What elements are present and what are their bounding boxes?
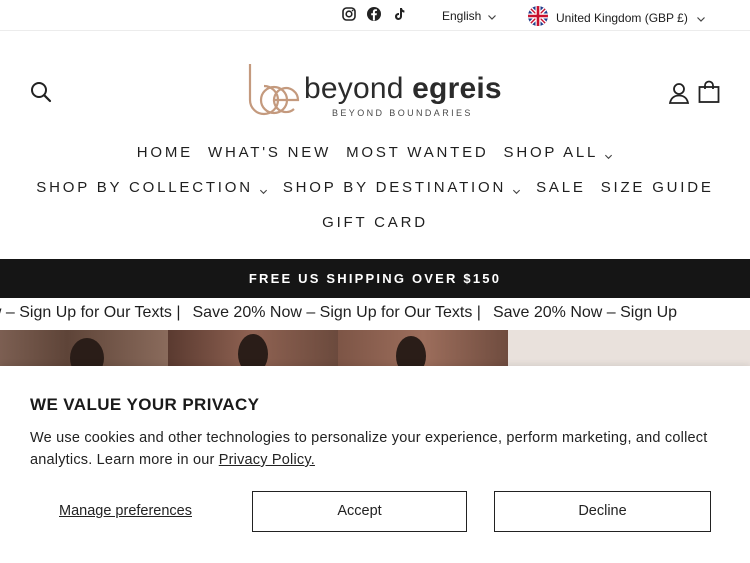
nav-home[interactable]: HOME (137, 144, 193, 161)
account-icon[interactable] (667, 81, 691, 105)
manage-preferences-link[interactable]: Manage preferences (59, 503, 192, 519)
language-selector[interactable]: English (442, 9, 497, 23)
nav-size-guide[interactable]: SIZE GUIDE (601, 179, 714, 196)
social-links (341, 6, 407, 22)
main-nav-row-2: SHOP BY COLLECTION SHOP BY DESTINATION S… (0, 179, 750, 196)
main-nav-row-3: GIFT CARD (0, 214, 750, 231)
main-nav-row-1: HOME WHAT'S NEW MOST WANTED SHOP ALL (0, 144, 750, 161)
uk-flag-icon (528, 6, 548, 29)
region-label: United Kingdom (GBP £) (556, 10, 688, 25)
brand-tagline: BEYOND BOUNDARIES (332, 108, 473, 118)
hero-photo (338, 330, 508, 370)
nav-sale[interactable]: SALE (536, 179, 586, 196)
cookie-consent-banner: WE VALUE YOUR PRIVACY We use cookies and… (0, 366, 750, 563)
chevron-down-icon (487, 11, 497, 21)
cookie-description: We use cookies and other technologies to… (30, 427, 730, 471)
hero-photo (168, 330, 338, 370)
brand-mark-icon (244, 60, 302, 120)
cart-icon[interactable] (697, 80, 721, 104)
marquee-item: Save 20% Now – Sign Up (492, 304, 678, 321)
marquee-item: Save 20% Now – Sign Up for Our Texts | (192, 304, 481, 321)
brand-logo[interactable]: beyond egreis BEYOND BOUNDARIES (244, 60, 510, 122)
nav-shop-all[interactable]: SHOP ALL (504, 144, 614, 161)
instagram-icon[interactable] (341, 6, 357, 22)
privacy-policy-link[interactable]: Privacy Policy. (219, 452, 315, 468)
accept-button[interactable]: Accept (252, 491, 467, 532)
decline-button[interactable]: Decline (494, 491, 711, 532)
hero-photo (0, 330, 168, 370)
announcement-bar: FREE US SHIPPING OVER $150 (0, 259, 750, 298)
nav-whats-new[interactable]: WHAT'S NEW (208, 144, 331, 161)
nav-shop-by-destination[interactable]: SHOP BY DESTINATION (283, 179, 521, 196)
hero-panel (508, 330, 750, 370)
chevron-down-icon (259, 183, 268, 195)
search-icon[interactable] (30, 81, 52, 103)
nav-shop-by-collection[interactable]: SHOP BY COLLECTION (36, 179, 268, 196)
hero-banner-image[interactable] (0, 330, 750, 370)
marquee-item: ow – Sign Up for Our Texts | (0, 304, 181, 321)
brand-wordmark: beyond egreis (304, 72, 502, 105)
chevron-down-icon (512, 183, 521, 195)
tiktok-icon[interactable] (391, 6, 407, 22)
facebook-icon[interactable] (366, 6, 382, 22)
chevron-down-icon (696, 13, 706, 23)
region-selector[interactable]: United Kingdom (GBP £) (528, 6, 706, 29)
chevron-down-icon (604, 148, 613, 160)
utility-bar: English United Kingdom (GBP £) (0, 0, 750, 31)
language-label: English (442, 9, 482, 23)
nav-most-wanted[interactable]: MOST WANTED (346, 144, 488, 161)
nav-gift-card[interactable]: GIFT CARD (322, 214, 428, 231)
promo-marquee[interactable]: ow – Sign Up for Our Texts | Save 20% No… (0, 303, 750, 327)
cookie-title: WE VALUE YOUR PRIVACY (30, 395, 260, 414)
cookie-body-text: We use cookies and other technologies to… (30, 430, 708, 468)
